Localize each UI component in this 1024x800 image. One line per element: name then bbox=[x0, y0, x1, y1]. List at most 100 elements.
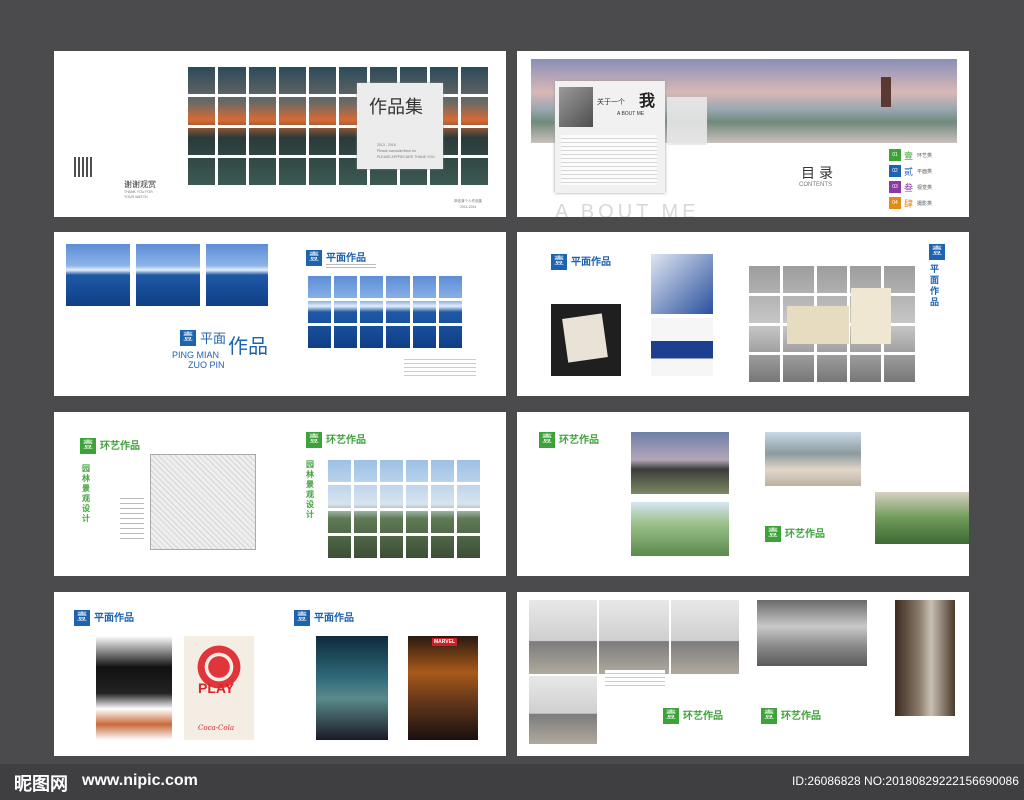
section-title: 平面作品 bbox=[94, 613, 134, 624]
grid-cell bbox=[249, 128, 276, 155]
grid-cell bbox=[249, 67, 276, 94]
cover-footer-years: 2011-2014 bbox=[460, 205, 477, 209]
grid-cell bbox=[749, 355, 780, 382]
cover-subtitle-2: PLEASE APPRECIATE THANK YOU bbox=[377, 155, 435, 159]
grid-cell bbox=[783, 266, 814, 293]
corridor-photo bbox=[895, 600, 955, 716]
waves-grid-lines bbox=[308, 276, 462, 348]
brochure-mockup-1 bbox=[651, 254, 713, 314]
grid-cell bbox=[380, 460, 403, 482]
toc-char: 壹 bbox=[904, 151, 914, 161]
graphic-intro-big-main: 作品 bbox=[228, 336, 268, 358]
grid-cell bbox=[249, 158, 276, 185]
grid-cell bbox=[457, 485, 480, 507]
section-badge: 壹 bbox=[80, 438, 96, 454]
tea-box-shape bbox=[787, 306, 849, 344]
about-spread: 关于一个 我 A BOUT ME A BOUT ME 目录 CONTENTS 0… bbox=[517, 51, 969, 217]
grid-cell bbox=[413, 276, 436, 298]
about-card-shadow bbox=[667, 97, 707, 145]
toc-num-box: 03 bbox=[889, 181, 901, 193]
grid-cell bbox=[439, 301, 462, 323]
grid-cell bbox=[360, 301, 383, 323]
landscape-spread: 壹 环艺作品 园林景观设计 壹 环艺作品 园林景观设计 bbox=[54, 412, 506, 576]
section-title: 环艺作品 bbox=[326, 435, 366, 446]
grid-cell bbox=[413, 301, 436, 323]
garden-title-vertical: 园林景观设计 bbox=[82, 464, 90, 523]
pinyin-line-1: PING MIAN bbox=[172, 350, 220, 360]
grid-cell bbox=[413, 326, 436, 348]
grid-cell bbox=[309, 158, 336, 185]
cover-years: 2013 - 2016 bbox=[377, 143, 396, 147]
grid-cell bbox=[328, 511, 351, 533]
grid-cell bbox=[279, 67, 306, 94]
grid-cell bbox=[218, 158, 245, 185]
living-room-photo-2 bbox=[599, 600, 669, 674]
grid-cell bbox=[279, 128, 306, 155]
graphic-intro-spread: 壹 平面 作品 PING MIAN ZUO PIN 壹 平面作品 bbox=[54, 232, 506, 396]
contents-subtitle: CONTENTS bbox=[799, 182, 832, 188]
cover-subtitle-1: Please comsolid them for bbox=[377, 149, 417, 153]
cover-title-card: 作品集 2013 - 2016 Please comsolid them for… bbox=[357, 83, 443, 169]
grid-cell bbox=[431, 485, 454, 507]
site-url[interactable]: www.nipic.com bbox=[82, 772, 198, 790]
section-title: 平面作品 bbox=[314, 613, 354, 624]
grid-cell bbox=[457, 536, 480, 558]
grid-cell bbox=[461, 67, 488, 94]
garden-grid-lines bbox=[328, 460, 480, 558]
grid-cell bbox=[884, 355, 915, 382]
section-badge: 壹 bbox=[306, 250, 322, 266]
posters-spread: 壹 平面作品 PLAY Coca-Cola 壹 平面作品 MARVEL bbox=[54, 592, 506, 756]
sea-photo-1 bbox=[66, 244, 130, 306]
sea-photo-2 bbox=[136, 244, 200, 306]
section-badge: 壹 bbox=[539, 432, 555, 448]
section-title: 环艺作品 bbox=[683, 711, 723, 722]
grid-cell bbox=[439, 276, 462, 298]
toc-item[interactable]: 04 肆 摄影类 bbox=[889, 197, 967, 211]
graphic-intro-big-pre: 平面 bbox=[200, 332, 227, 347]
grid-cell bbox=[334, 301, 357, 323]
toc-label: 摄影类 bbox=[917, 201, 933, 207]
grid-cell bbox=[380, 485, 403, 507]
grid-cell bbox=[308, 276, 331, 298]
grid-cell bbox=[354, 460, 377, 482]
grid-cell bbox=[354, 511, 377, 533]
graphic-intro-badge: 壹 bbox=[180, 330, 196, 346]
grid-cell bbox=[457, 460, 480, 482]
section-subtitle-lines bbox=[326, 262, 376, 268]
toc-num-box: 04 bbox=[889, 197, 901, 209]
marvel-logo: MARVEL bbox=[432, 638, 458, 646]
grid-cell bbox=[188, 158, 215, 185]
grid-cell bbox=[817, 266, 848, 293]
grid-cell bbox=[279, 158, 306, 185]
grid-cell bbox=[360, 326, 383, 348]
contents-title: 目录 bbox=[801, 165, 837, 181]
about-watermark: A BOUT ME bbox=[555, 201, 700, 217]
grid-cell bbox=[431, 536, 454, 558]
book-shape bbox=[562, 313, 608, 363]
section-badge: 壹 bbox=[663, 708, 679, 724]
toc-item[interactable]: 01 壹 环艺类 bbox=[889, 149, 967, 163]
cover-grid-lines bbox=[188, 67, 488, 185]
grid-cell bbox=[188, 128, 215, 155]
building-photo bbox=[631, 432, 729, 494]
section-badge: 壹 bbox=[761, 708, 777, 724]
grid-cell bbox=[334, 276, 357, 298]
site-footer: 昵图网 www.nipic.com ID:26086828 NO:2018082… bbox=[0, 764, 1024, 800]
grid-cell bbox=[360, 276, 383, 298]
toc-char: 贰 bbox=[904, 167, 914, 177]
section-title: 平面作品 bbox=[571, 257, 611, 268]
grid-cell bbox=[749, 266, 780, 293]
site-plan-legend bbox=[120, 494, 144, 542]
graphic-intro-caption bbox=[404, 356, 476, 378]
site-logo: 昵图网 bbox=[14, 774, 68, 794]
interiors-spread: 壹 环艺作品 壹 环艺作品 bbox=[517, 592, 969, 756]
poster-play-text: PLAY bbox=[198, 680, 235, 696]
toc-item[interactable]: 02 贰 平面类 bbox=[889, 165, 967, 179]
grid-cell bbox=[279, 97, 306, 124]
grid-cell bbox=[457, 511, 480, 533]
portrait-photo bbox=[559, 87, 593, 127]
grid-cell bbox=[406, 536, 429, 558]
section-badge: 壹 bbox=[765, 526, 781, 542]
packaging-spread: 壹 平面作品 壹 平面作品 bbox=[517, 232, 969, 396]
toc-item[interactable]: 03 叁 视觉类 bbox=[889, 181, 967, 195]
